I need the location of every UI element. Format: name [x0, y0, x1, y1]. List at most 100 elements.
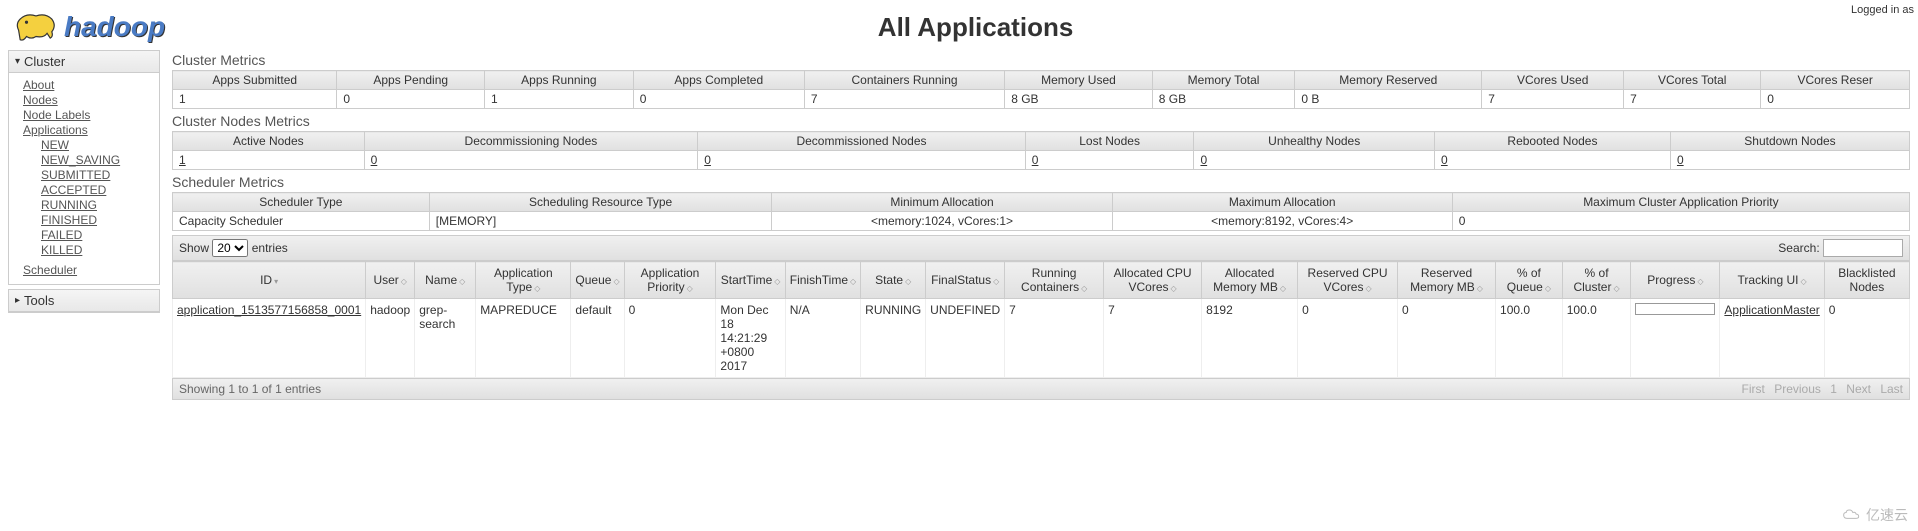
th-apps-pending: Apps Pending [337, 71, 485, 90]
th-reserved-vcores[interactable]: Reserved CPU VCores◇ [1298, 262, 1398, 299]
th-priority[interactable]: Application Priority◇ [624, 262, 716, 299]
td-scheduler-type: Capacity Scheduler [173, 212, 430, 231]
pager-previous[interactable]: Previous [1774, 382, 1821, 396]
th-alloc-mem[interactable]: Allocated Memory MB◇ [1202, 262, 1298, 299]
pager-first[interactable]: First [1742, 382, 1765, 396]
th-pct-queue[interactable]: % of Queue◇ [1496, 262, 1563, 299]
sidebar-link-node-labels[interactable]: Node Labels [23, 108, 153, 122]
sort-icon: ◇ [1545, 284, 1551, 293]
sidebar-link-new[interactable]: NEW [41, 138, 153, 152]
link-rebooted-nodes[interactable]: 0 [1441, 153, 1448, 167]
td-memory-used: 8 GB [1005, 90, 1153, 109]
td-vcores-reserved: 0 [1761, 90, 1910, 109]
sort-icon: ◇ [401, 277, 407, 286]
th-vcores-used: VCores Used [1482, 71, 1624, 90]
th-shutdown-nodes: Shutdown Nodes [1670, 132, 1909, 151]
th-memory-reserved: Memory Reserved [1295, 71, 1482, 90]
sort-icon: ◇ [459, 277, 465, 286]
th-vcores-total: VCores Total [1624, 71, 1761, 90]
tracking-ui-link[interactable]: ApplicationMaster [1724, 303, 1819, 317]
cluster-metrics-title: Cluster Metrics [172, 52, 1910, 68]
sort-icon: ◇ [1365, 284, 1371, 293]
td-min-alloc: <memory:1024, vCores:1> [772, 212, 1112, 231]
sidebar-tools-label: Tools [24, 293, 54, 308]
pager-page-1[interactable]: 1 [1830, 382, 1837, 396]
th-queue[interactable]: Queue◇ [571, 262, 624, 299]
th-finish[interactable]: FinishTime◇ [785, 262, 860, 299]
th-user[interactable]: User◇ [366, 262, 415, 299]
th-final-status[interactable]: FinalStatus◇ [926, 262, 1005, 299]
sidebar-link-submitted[interactable]: SUBMITTED [41, 168, 153, 182]
sidebar-link-about[interactable]: About [23, 78, 153, 92]
sidebar-link-scheduler[interactable]: Scheduler [23, 263, 153, 277]
th-name[interactable]: Name◇ [415, 262, 476, 299]
th-apps-completed: Apps Completed [633, 71, 804, 90]
th-id[interactable]: ID▾ [173, 262, 366, 299]
search-input[interactable] [1823, 239, 1903, 257]
sort-icon: ◇ [1081, 284, 1087, 293]
th-state[interactable]: State◇ [861, 262, 926, 299]
td-user: hadoop [366, 299, 415, 378]
sidebar-link-applications[interactable]: Applications [23, 123, 153, 137]
td-pct-queue: 100.0 [1496, 299, 1563, 378]
th-start[interactable]: StartTime◇ [716, 262, 785, 299]
datatable-footer: Showing 1 to 1 of 1 entries First Previo… [172, 378, 1910, 400]
td-name: grep-search [415, 299, 476, 378]
th-tracking-ui[interactable]: Tracking UI◇ [1720, 262, 1824, 299]
td-vcores-used: 7 [1482, 90, 1624, 109]
link-decommissioned-nodes[interactable]: 0 [704, 153, 711, 167]
th-decommissioning-nodes: Decommissioning Nodes [364, 132, 698, 151]
sort-icon: ◇ [1697, 277, 1703, 286]
link-unhealthy-nodes[interactable]: 0 [1200, 153, 1207, 167]
sidebar-link-failed[interactable]: FAILED [41, 228, 153, 242]
sort-icon: ▾ [274, 277, 278, 286]
sidebar-link-running[interactable]: RUNNING [41, 198, 153, 212]
link-decommissioning-nodes[interactable]: 0 [371, 153, 378, 167]
th-blacklisted[interactable]: Blacklisted Nodes [1824, 262, 1909, 299]
cluster-metrics-row: 1 0 1 0 7 8 GB 8 GB 0 B 7 7 0 [173, 90, 1910, 109]
td-blacklisted: 0 [1824, 299, 1909, 378]
datatable-controls: Show 20 entries Search: [172, 235, 1910, 261]
datatable-pager: First Previous 1 Next Last [1736, 382, 1903, 396]
td-alloc-vcores: 7 [1104, 299, 1202, 378]
show-label: Show [179, 241, 209, 255]
td-apps-completed: 0 [633, 90, 804, 109]
progress-bar [1635, 303, 1715, 315]
sidebar-cluster-header[interactable]: ▾ Cluster [9, 51, 159, 73]
td-memory-reserved: 0 B [1295, 90, 1482, 109]
th-scheduler-type: Scheduler Type [173, 193, 430, 212]
sidebar-tools-header[interactable]: ▸ Tools [9, 290, 159, 312]
th-running-containers[interactable]: Running Containers◇ [1005, 262, 1104, 299]
td-finish: N/A [785, 299, 860, 378]
entries-select[interactable]: 20 [212, 239, 248, 257]
cluster-nodes-metrics-title: Cluster Nodes Metrics [172, 113, 1910, 129]
sort-icon: ◇ [534, 284, 540, 293]
application-link[interactable]: application_1513577156858_0001 [177, 303, 361, 317]
pager-next[interactable]: Next [1846, 382, 1871, 396]
link-shutdown-nodes[interactable]: 0 [1677, 153, 1684, 167]
td-vcores-total: 7 [1624, 90, 1761, 109]
th-reserved-mem[interactable]: Reserved Memory MB◇ [1398, 262, 1496, 299]
td-resource-type: [MEMORY] [429, 212, 772, 231]
caret-down-icon: ▾ [15, 56, 20, 67]
th-resource-type: Scheduling Resource Type [429, 193, 772, 212]
th-alloc-vcores[interactable]: Allocated CPU VCores◇ [1104, 262, 1202, 299]
table-row: application_1513577156858_0001 hadoop gr… [173, 299, 1910, 378]
link-active-nodes[interactable]: 1 [179, 153, 186, 167]
th-progress[interactable]: Progress◇ [1631, 262, 1720, 299]
link-lost-nodes[interactable]: 0 [1032, 153, 1039, 167]
sidebar: ▾ Cluster About Nodes Node Labels Applic… [8, 50, 160, 400]
th-type[interactable]: Application Type◇ [476, 262, 571, 299]
sidebar-link-nodes[interactable]: Nodes [23, 93, 153, 107]
th-lost-nodes: Lost Nodes [1025, 132, 1194, 151]
sidebar-link-new-saving[interactable]: NEW_SAVING [41, 153, 153, 167]
td-apps-pending: 0 [337, 90, 485, 109]
td-pct-cluster: 100.0 [1562, 299, 1631, 378]
sidebar-link-accepted[interactable]: ACCEPTED [41, 183, 153, 197]
sidebar-link-killed[interactable]: KILLED [41, 243, 153, 257]
td-containers-running: 7 [804, 90, 1004, 109]
th-pct-cluster[interactable]: % of Cluster◇ [1562, 262, 1631, 299]
pager-last[interactable]: Last [1880, 382, 1903, 396]
main-content: Cluster Metrics Apps Submitted Apps Pend… [172, 50, 1910, 400]
sidebar-link-finished[interactable]: FINISHED [41, 213, 153, 227]
